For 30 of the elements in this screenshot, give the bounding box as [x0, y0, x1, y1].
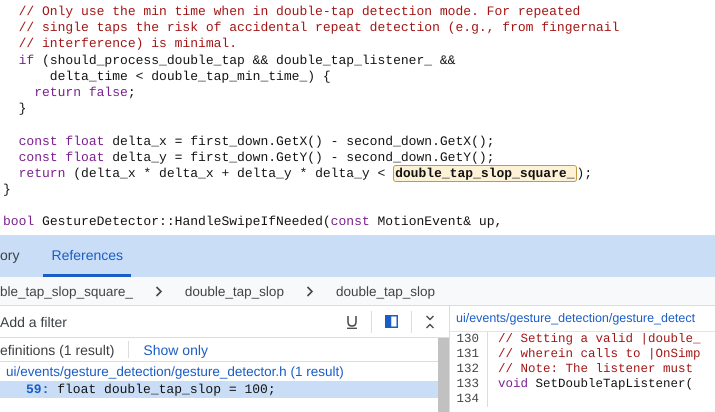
tab[interactable]: ory	[0, 236, 30, 277]
file-link[interactable]: ui/events/gesture_detection/gesture_detector.h (1 result)	[0, 362, 438, 381]
code-line: // Note: The listener must	[497, 362, 694, 377]
code-line: // single taps the risk of accidental repeat detection (e.g., from fingernail	[18, 20, 620, 36]
breadcrumb-link[interactable]: double_tap_slop	[336, 284, 436, 298]
code-line: }	[18, 101, 26, 118]
code-line: if (should_process_double_tap && double_tap_listener_ &&	[18, 52, 456, 69]
breadcrumb-link[interactable]: double_tap_slop	[184, 284, 284, 298]
code-line: void SetDoubleTapListener(	[497, 377, 694, 392]
code-line: }	[3, 182, 11, 198]
code-line: return false;	[33, 84, 136, 102]
collapse-icon[interactable]	[425, 314, 435, 328]
scrollbar[interactable]	[438, 338, 449, 412]
code-line: // Setting a valid |double_	[497, 332, 701, 347]
chevron-right-icon	[306, 286, 314, 296]
code-line: bool GestureDetector::HandleSwipeIfNeeded(const MotionEvent& up,	[3, 214, 502, 231]
section-title: efinitions (1 result)	[0, 342, 114, 358]
breadcrumb-link[interactable]: ble_tap_slop_square_	[0, 284, 133, 298]
panel-icon[interactable]	[385, 315, 398, 328]
chevron-right-icon	[154, 286, 163, 296]
show-only-link[interactable]: Show only	[143, 342, 208, 358]
result-row[interactable]: 59: float double_tap_slop = 100;	[0, 381, 438, 398]
code-line: // Only use the min time when in double-tap detection mode. For repeated	[18, 4, 580, 20]
code-line: return (delta_x * delta_x + delta_y * delta_y < double_tap_slop_square_);	[18, 166, 592, 182]
underline-icon[interactable]	[346, 314, 358, 328]
code-line: const float delta_x = first_down.GetX() - second_down.GetX();	[18, 134, 494, 150]
code-line: // wherein calls to |OnSimp	[497, 347, 701, 362]
code-line: delta_time < double_tap_min_time_) {	[48, 68, 331, 85]
code-line: // interference) is minimal.	[18, 36, 238, 53]
code-line: const float delta_y = first_down.GetY() - second_down.GetY();	[18, 150, 494, 166]
